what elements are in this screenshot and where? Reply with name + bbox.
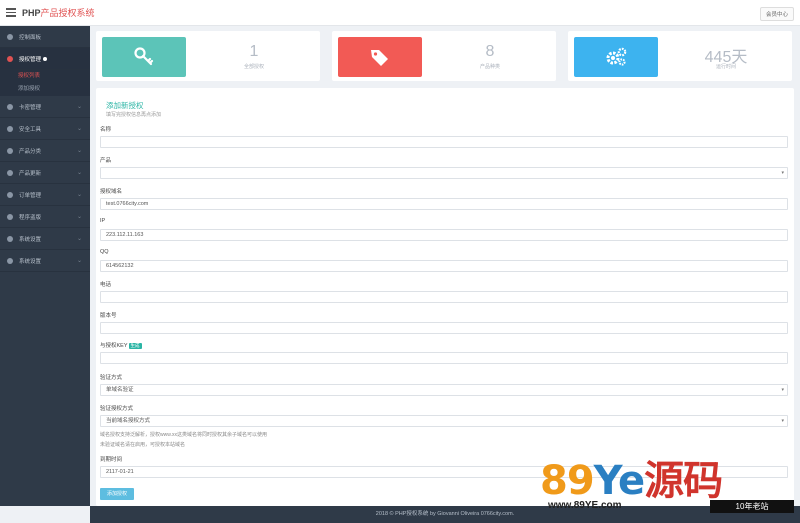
sidebar: 控制面板 授权管理 授权列表 添加授权 卡密管理 ⌄ 安全工具 ⌄ 产品分类 ⌄ 产品… [0, 26, 90, 506]
version-input[interactable] [100, 322, 788, 334]
settings-icon [7, 235, 13, 242]
generate-key-button[interactable]: 生成 [128, 343, 142, 349]
active-dot-icon [43, 56, 48, 61]
update-icon [7, 169, 13, 176]
card-icon [7, 103, 13, 110]
stat-value: 1 [249, 43, 259, 60]
product-select[interactable] [100, 167, 788, 179]
qq-input[interactable]: 614562132 [100, 260, 788, 272]
license-icon [7, 55, 13, 62]
version-label: 版本号 [100, 313, 117, 319]
expire-label: 到期时间 [100, 457, 123, 463]
sidebar-item-orders[interactable]: 订单管理 ⌄ [0, 184, 90, 206]
form-title: 添加新授权 [106, 101, 144, 110]
stat-label: 运行时间 [715, 64, 736, 70]
stat-label: 全部授权 [243, 64, 264, 70]
ip-label: IP [100, 218, 106, 224]
sidebar-item-security[interactable]: 安全工具 ⌄ [0, 118, 90, 140]
sidebar-item-system[interactable]: 系统设置 ⌄ [0, 228, 90, 250]
brand-accent: 产品授权系统 [40, 8, 95, 18]
sidebar-item-categories[interactable]: 产品分类 ⌄ [0, 140, 90, 162]
phone-input[interactable] [100, 291, 788, 303]
user-menu-button[interactable]: 会员中心 [759, 7, 794, 21]
tag-icon [371, 50, 388, 66]
chevron-down-icon: ⌄ [76, 170, 82, 176]
key-input[interactable] [100, 352, 788, 364]
domain-label: 授权域名 [100, 189, 123, 195]
verify-method-label: 验证方式 [100, 375, 123, 381]
chevron-down-icon: ⌄ [76, 148, 82, 154]
phone-label: 电话 [100, 282, 112, 288]
brand-main: PHP [22, 8, 41, 18]
watermark-tag: 10年老站 [710, 500, 794, 513]
sidebar-item-cards[interactable]: 卡密管理 ⌄ [0, 96, 90, 118]
stat-tile [574, 37, 658, 77]
gear-icon [7, 257, 13, 264]
order-icon [7, 191, 13, 198]
stat-card-products: 8 产品种类 [332, 31, 556, 81]
menu-toggle-icon[interactable] [6, 8, 16, 17]
sidebar-item-system-2[interactable]: 系统设置 ⌄ [0, 250, 90, 272]
chevron-down-icon: ⌄ [76, 258, 82, 264]
top-bar: PHP产品授权系统 会员中心 [0, 0, 800, 26]
shield-icon [7, 125, 13, 132]
name-label: 名称 [100, 127, 112, 133]
domain-input[interactable]: test.0766city.com [100, 198, 788, 210]
stat-card-licenses: 1 全部授权 [96, 31, 320, 81]
chevron-down-icon: ⌄ [76, 236, 82, 242]
stat-card-uptime: 445天 运行时间 [568, 31, 792, 81]
sidebar-item-license[interactable]: 授权管理 [0, 48, 90, 70]
watermark-main: 89Ye源码 [540, 458, 723, 504]
ip-input[interactable]: 223.112.11.163 [100, 229, 788, 241]
gears-icon [606, 47, 627, 66]
dashboard-icon [7, 33, 13, 40]
chevron-down-icon: ⌄ [76, 214, 82, 220]
submit-button[interactable]: 添加授权 [100, 488, 134, 500]
add-license-form: 添加新授权 填写完授权信息再点添加 名称 产品 授权域名 test.0766ci… [96, 88, 794, 506]
sidebar-subitem-add-license[interactable]: 添加授权 [0, 83, 90, 96]
sidebar-item-piracy[interactable]: 程序盗版 ⌄ [0, 206, 90, 228]
stat-tile [102, 37, 186, 77]
qq-label: QQ [100, 249, 109, 255]
auth-method-select[interactable]: 当前域名授权方式 [100, 415, 788, 427]
product-label: 产品 [100, 158, 112, 164]
category-icon [7, 147, 13, 154]
auth-method-label: 验证授权方式 [100, 406, 134, 412]
piracy-icon [7, 213, 13, 220]
verify-method-select[interactable]: 单域名验证 [100, 384, 788, 396]
chevron-down-icon: ⌄ [76, 104, 82, 110]
chevron-down-icon: ⌄ [76, 192, 82, 198]
form-subtitle: 填写完授权信息再点添加 [106, 112, 162, 118]
verify-hint: 未验证域名请在启用，可授权本站域名 [100, 442, 186, 448]
domain-hint: 域名授权支持泛解析，授权www.xx这类域名将同时授权其余子域名可以使用 [100, 432, 267, 438]
key-label: 与授权KEY 生成 [100, 343, 142, 349]
watermark-url: www.89YE.com [548, 500, 622, 511]
sidebar-item-updates[interactable]: 产品更新 ⌄ [0, 162, 90, 184]
watermark-logo: 89Ye源码 www.89YE.com 10年老站 [540, 448, 796, 518]
sidebar-subitem-license-list[interactable]: 授权列表 [0, 70, 90, 83]
stat-label: 产品种类 [479, 64, 500, 70]
name-input[interactable] [100, 136, 788, 148]
stat-value: 8 [485, 43, 495, 60]
key-icon [134, 47, 154, 66]
sidebar-item-dashboard[interactable]: 控制面板 [0, 26, 90, 48]
stat-tile [338, 37, 422, 77]
chevron-down-icon: ⌄ [76, 126, 82, 132]
brand-title: PHP产品授权系统 [22, 6, 95, 19]
